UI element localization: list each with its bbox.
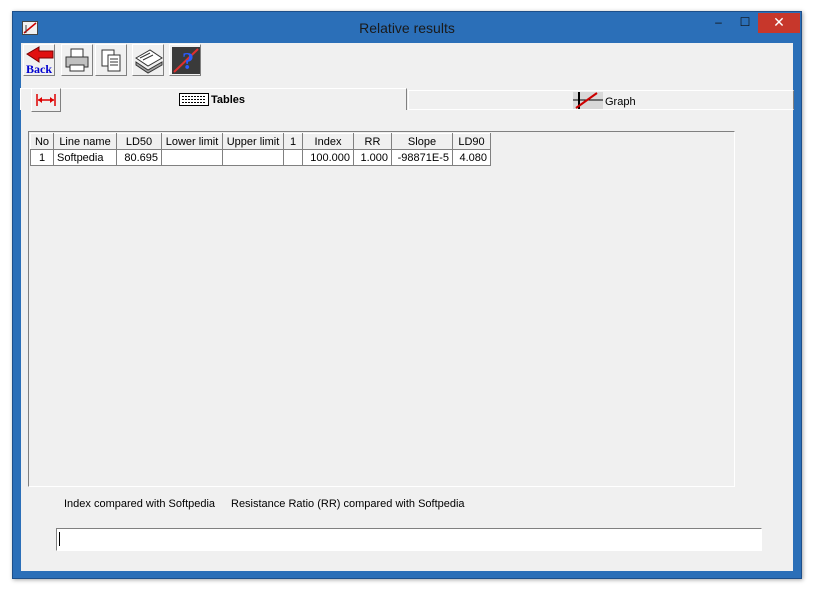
text-caret: [59, 532, 60, 546]
client-area: Back ? Tables Graph No Line name LD50 Lo…: [20, 43, 794, 571]
print-button[interactable]: [61, 44, 93, 76]
tab-tables-label: Tables: [211, 94, 246, 106]
close-button[interactable]: ✕: [758, 13, 800, 33]
cell-index[interactable]: 100.000: [302, 149, 354, 166]
horizontal-resize-icon: [36, 94, 56, 106]
rr-compared-label: Resistance Ratio (RR) compared with Soft…: [231, 498, 465, 510]
tab-graph[interactable]: Graph: [408, 90, 794, 110]
col-header-rr[interactable]: RR: [353, 133, 392, 150]
print-setup-button[interactable]: [132, 44, 164, 76]
back-button[interactable]: Back: [23, 44, 55, 76]
title-bar[interactable]: Relative results – ☐ ✕: [13, 12, 801, 43]
col-header-index[interactable]: Index: [302, 133, 354, 150]
cell-rr[interactable]: 1.000: [353, 149, 392, 166]
results-table: No Line name LD50 Lower limit Upper limi…: [30, 133, 491, 166]
results-grid[interactable]: No Line name LD50 Lower limit Upper limi…: [28, 131, 735, 487]
back-label: Back: [26, 62, 53, 76]
print-setup-icon: [135, 49, 163, 74]
cell-slope[interactable]: -98871E-5: [391, 149, 453, 166]
tab-tables[interactable]: Tables: [20, 88, 407, 110]
graph-icon: [573, 92, 603, 109]
table-row[interactable]: 1 Softpedia 80.695 100.000 1.000 -98871E…: [30, 149, 491, 166]
table-header-row: No Line name LD50 Lower limit Upper limi…: [30, 133, 491, 150]
col-header-one[interactable]: 1: [283, 133, 303, 150]
col-header-ld90[interactable]: LD90: [452, 133, 491, 150]
cell-line-name[interactable]: Softpedia: [53, 149, 117, 166]
status-input[interactable]: [56, 528, 762, 551]
cell-ld50[interactable]: 80.695: [116, 149, 162, 166]
help-button[interactable]: ?: [169, 44, 201, 76]
svg-text:?: ?: [182, 49, 194, 74]
cell-lower-limit[interactable]: [161, 149, 223, 166]
col-header-slope[interactable]: Slope: [391, 133, 453, 150]
window-title: Relative results: [359, 20, 455, 36]
copy-pages-icon: [101, 49, 121, 72]
table-icon: [179, 93, 209, 106]
printer-icon: [65, 48, 89, 72]
maximize-button[interactable]: ☐: [732, 13, 758, 33]
minimize-button[interactable]: –: [705, 13, 732, 33]
cell-upper-limit[interactable]: [222, 149, 284, 166]
col-header-no[interactable]: No: [30, 133, 54, 150]
cell-one[interactable]: [283, 149, 303, 166]
col-header-line-name[interactable]: Line name: [53, 133, 117, 150]
cell-ld90[interactable]: 4.080: [452, 149, 491, 166]
col-header-ld50[interactable]: LD50: [116, 133, 162, 150]
fit-columns-button[interactable]: [31, 88, 61, 112]
help-question-icon: ?: [172, 47, 200, 74]
app-window: Relative results – ☐ ✕ Back ? Tables Gra…: [12, 11, 802, 579]
cell-no[interactable]: 1: [30, 149, 54, 166]
index-compared-label: Index compared with Softpedia: [64, 498, 216, 510]
col-header-lower-limit[interactable]: Lower limit: [161, 133, 223, 150]
tables-panel: No Line name LD50 Lower limit Upper limi…: [21, 88, 793, 571]
col-header-upper-limit[interactable]: Upper limit: [222, 133, 284, 150]
tab-graph-label: Graph: [605, 96, 636, 108]
copy-button[interactable]: [95, 44, 127, 76]
